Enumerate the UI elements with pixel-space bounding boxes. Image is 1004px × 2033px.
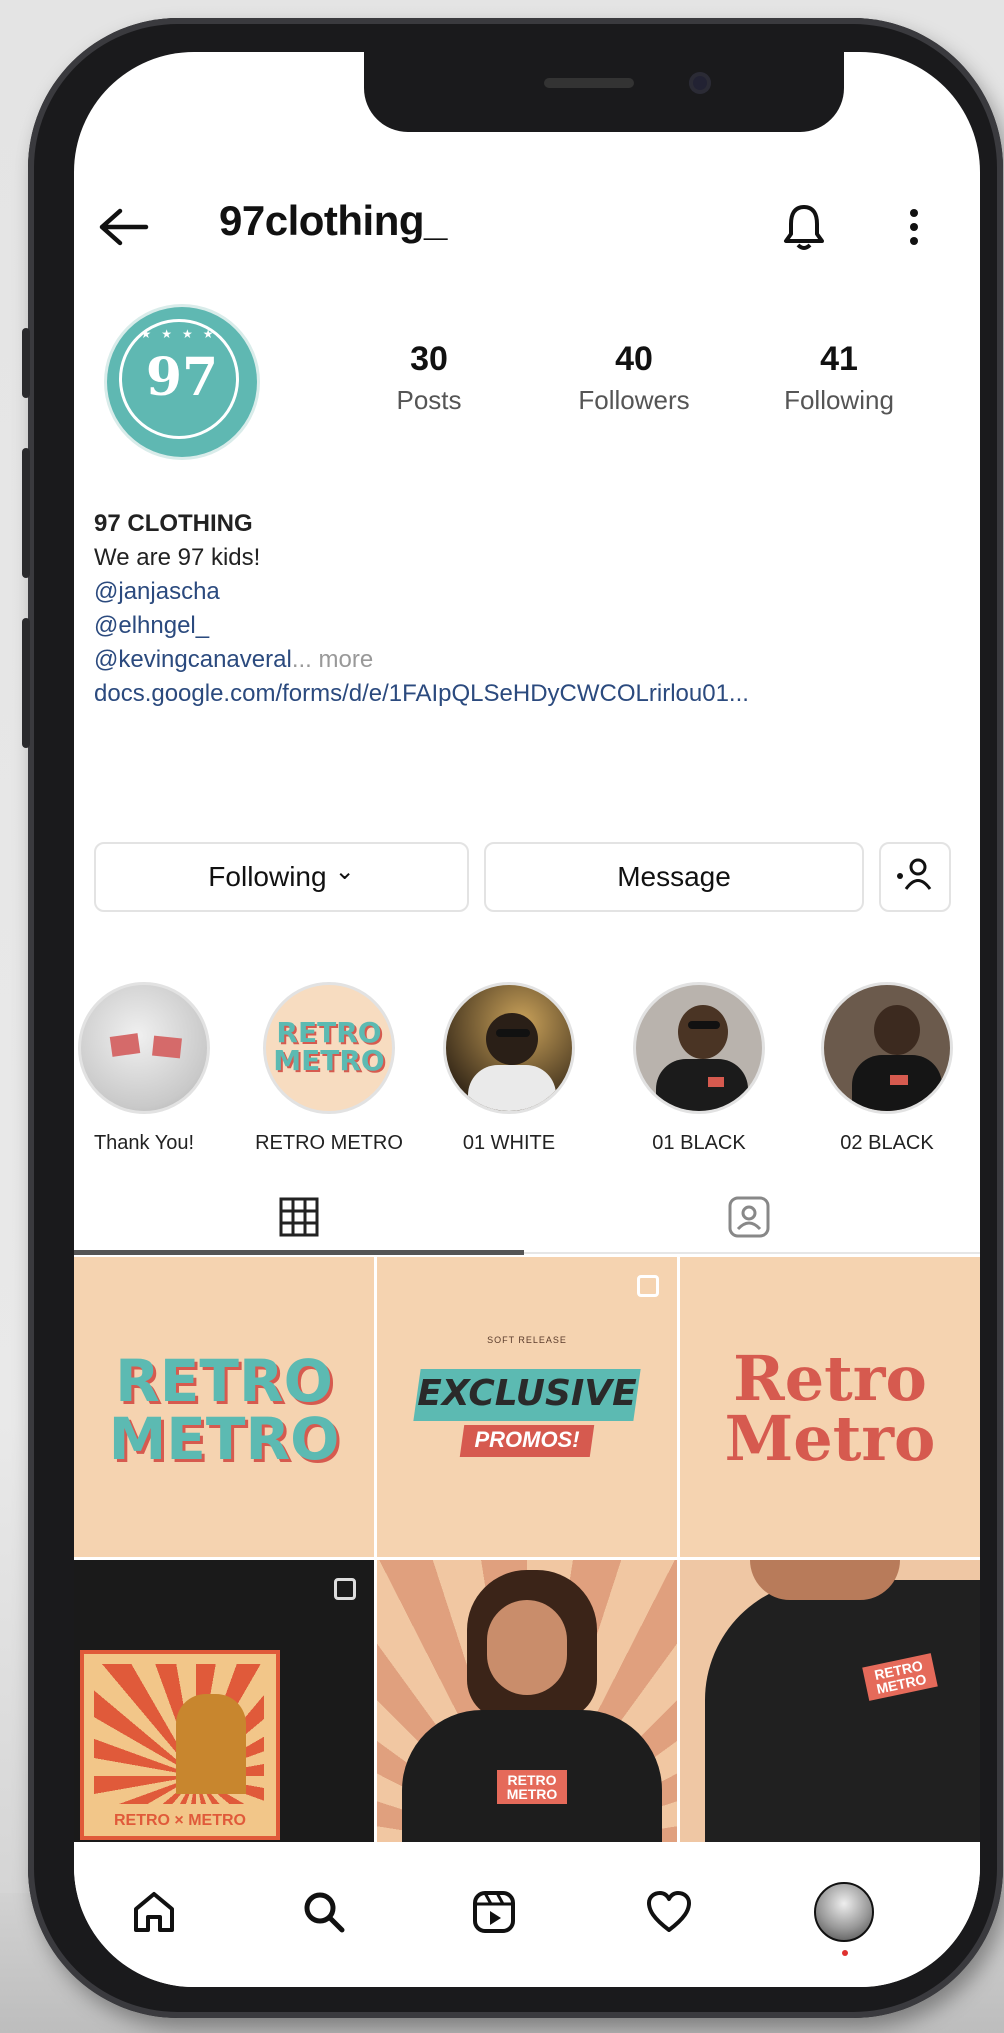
followers-value: 40 — [615, 340, 653, 378]
back-arrow-icon[interactable] — [94, 202, 154, 252]
highlight-thumbnail — [443, 982, 575, 1114]
carousel-icon — [334, 1578, 356, 1600]
post-tile-4[interactable]: RETRO × METRO — [74, 1560, 374, 1850]
phone-screen: 97clothing_ ★★★★ 97 30 Posts 40 Follower… — [74, 52, 980, 1987]
post-2-sub: PROMOS! — [474, 1427, 580, 1452]
highlight-retro-metro[interactable]: RETRO METRO RETRO METRO — [254, 982, 404, 1155]
highlight-01-black[interactable]: 01 BLACK — [624, 982, 774, 1155]
post-5-print: RETRO METRO — [497, 1770, 567, 1804]
followers-count[interactable]: 40 Followers — [549, 340, 719, 416]
grid-tab-indicator — [74, 1250, 524, 1255]
profile-username: 97clothing_ — [219, 197, 447, 244]
following-button-label: Following — [208, 861, 327, 892]
bio-mention-elhngel[interactable]: @elhngel_ — [94, 609, 954, 643]
volume-up-button — [22, 448, 30, 578]
following-count[interactable]: 41 Following — [754, 340, 924, 416]
bell-icon[interactable] — [779, 197, 829, 257]
bio-more-link[interactable]: ... more — [292, 646, 373, 673]
notification-dot — [842, 1950, 848, 1956]
bio-name: 97 CLOTHING — [94, 510, 253, 537]
profile-avatar[interactable]: ★★★★ 97 — [107, 307, 257, 457]
bio-tagline: We are 97 kids! — [94, 544, 261, 571]
highlight-label: 01 WHITE — [462, 1132, 556, 1154]
volume-down-button — [22, 618, 30, 748]
highlight-badge-line1: RETRO — [276, 1016, 382, 1049]
bottom-navigation — [74, 1842, 980, 1987]
highlight-thank-you[interactable]: Thank You! — [74, 982, 219, 1155]
highlight-badge-line2: METRO — [273, 1044, 385, 1077]
highlight-thumbnail — [821, 982, 953, 1114]
bio-website-link[interactable]: docs.google.com/forms/d/e/1FAIpQLSeHDyCW… — [94, 677, 954, 711]
following-label: Following — [784, 385, 894, 415]
highlight-label: 01 BLACK — [652, 1132, 746, 1154]
posts-label: Posts — [396, 385, 462, 415]
profile-tab-avatar[interactable] — [809, 1877, 879, 1947]
highlight-badge: RETRO METRO — [266, 1019, 392, 1075]
tagged-icon[interactable] — [714, 1192, 784, 1242]
post-1-line2: METRO — [108, 1405, 340, 1473]
avatar-stars: ★★★★ — [140, 327, 224, 341]
post-1-line1: RETRO — [115, 1347, 333, 1415]
highlight-thumbnail — [78, 982, 210, 1114]
carousel-icon — [637, 1275, 659, 1297]
highlight-02-black[interactable]: 02 BLACK — [812, 982, 962, 1155]
post-tile-2[interactable]: SOFT RELEASE EXCLUSIVE PROMOS! — [377, 1257, 677, 1557]
avatar — [814, 1882, 874, 1942]
followers-label: Followers — [578, 385, 690, 415]
following-value: 41 — [820, 340, 858, 378]
posts-count[interactable]: 30 Posts — [344, 340, 514, 416]
post-3-logo: Retro Metro — [680, 1342, 980, 1475]
post-4-caption: RETRO × METRO — [113, 1812, 246, 1829]
earpiece-speaker — [544, 78, 634, 88]
highlight-thumbnail — [633, 982, 765, 1114]
bio-mention-kevingcanaveral[interactable]: @kevingcanaveral — [94, 646, 292, 673]
post-5-face — [487, 1600, 567, 1695]
post-tile-5[interactable]: RETRO METRO — [377, 1560, 677, 1850]
post-1-logo: RETRO METRO — [74, 1352, 374, 1468]
post-tile-1[interactable]: RETRO METRO — [74, 1257, 374, 1557]
message-button-label: Message — [617, 861, 731, 892]
post-tile-3[interactable]: Retro Metro — [680, 1257, 980, 1557]
post-6-shirt — [705, 1580, 980, 1850]
add-person-icon — [895, 856, 935, 899]
highlight-thumbnail: RETRO METRO — [263, 982, 395, 1114]
suggested-users-button[interactable] — [879, 842, 951, 912]
reels-icon[interactable] — [459, 1882, 529, 1942]
post-3-line2: Metro — [724, 1402, 936, 1475]
post-2-kicker: SOFT RELEASE — [487, 1335, 567, 1345]
posts-value: 30 — [410, 340, 448, 378]
search-icon[interactable] — [289, 1882, 359, 1942]
chevron-down-icon: ⌄ — [334, 857, 355, 885]
profile-bio: 97 CLOTHING We are 97 kids! @janjascha @… — [94, 507, 954, 711]
heart-icon[interactable] — [634, 1882, 704, 1942]
highlight-label: 02 BLACK — [840, 1132, 934, 1154]
following-button[interactable]: Following ⌄ — [94, 842, 469, 912]
post-tile-6[interactable]: RETRO METRO — [680, 1560, 980, 1850]
bio-mention-janjascha[interactable]: @janjascha — [94, 575, 954, 609]
highlight-01-white[interactable]: 01 WHITE — [434, 982, 584, 1155]
post-3-line1: Retro — [733, 1342, 927, 1415]
home-icon[interactable] — [119, 1882, 189, 1942]
highlight-label: Thank You! — [93, 1132, 195, 1154]
avatar-logo-text: 97 — [145, 347, 219, 408]
message-button[interactable]: Message — [484, 842, 864, 912]
notch — [364, 52, 844, 132]
grid-icon[interactable] — [264, 1192, 334, 1242]
silent-switch — [22, 328, 30, 398]
more-options-icon[interactable] — [899, 202, 929, 252]
front-camera — [689, 72, 711, 94]
highlight-label: RETRO METRO — [255, 1132, 403, 1154]
post-4-poster: RETRO × METRO — [80, 1650, 280, 1840]
post-2-headline: EXCLUSIVE — [417, 1373, 637, 1414]
